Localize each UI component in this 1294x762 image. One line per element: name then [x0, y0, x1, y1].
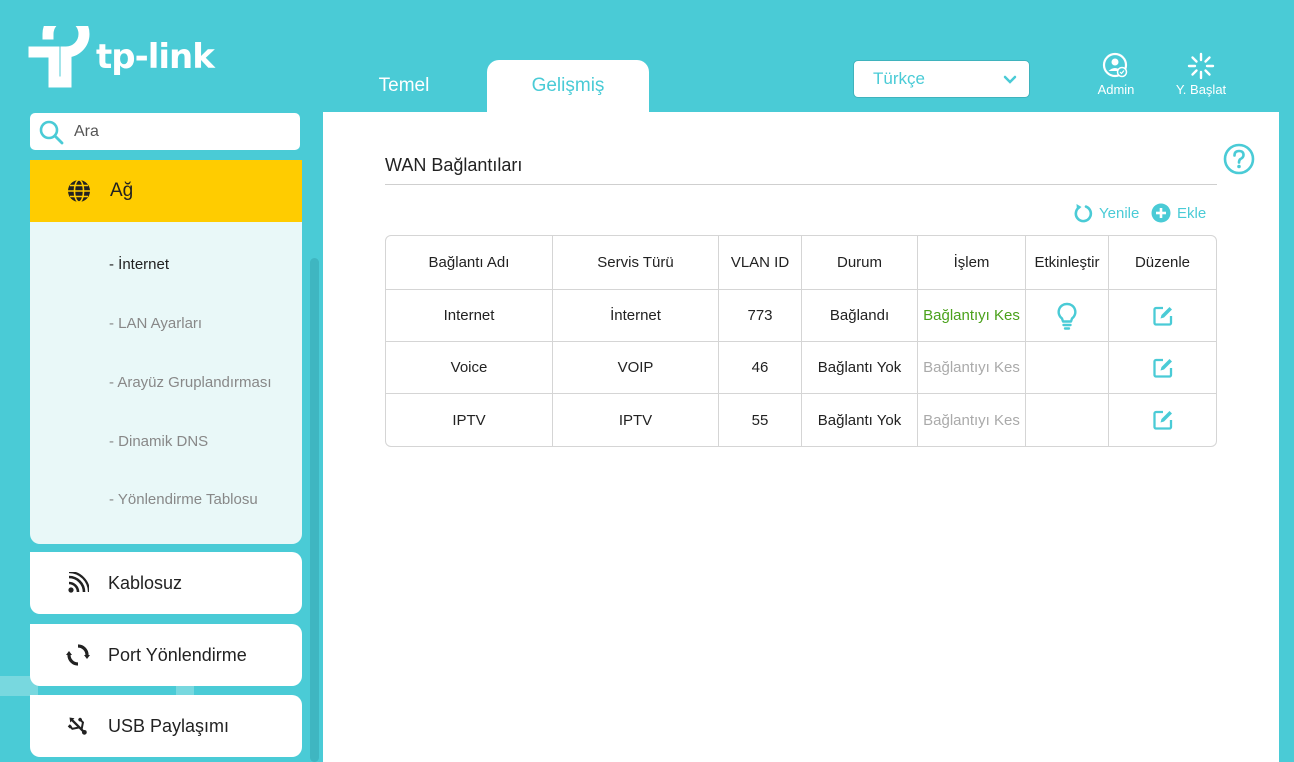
- cell-status: Bağlantı Yok: [802, 394, 918, 446]
- add-button[interactable]: Ekle: [1151, 203, 1206, 223]
- tab-advanced[interactable]: Gelişmiş: [487, 60, 649, 112]
- port-forward-icon: [66, 644, 90, 666]
- cell-enable: [1026, 290, 1109, 342]
- search-box: [30, 113, 300, 150]
- sidebar-item-label: USB Paylaşımı: [108, 715, 230, 736]
- wifi-icon: [68, 572, 89, 593]
- sidebar-item-network[interactable]: Ağ: [30, 160, 302, 222]
- refresh-button[interactable]: Yenile: [1073, 203, 1139, 223]
- reboot-label: Y. Başlat: [1175, 82, 1227, 97]
- submenu-item-internet[interactable]: - İnternet: [109, 256, 169, 273]
- column-header-edit: Düzenle: [1109, 236, 1216, 290]
- cell-status: Bağlandı: [802, 290, 918, 342]
- cell-edit: [1109, 342, 1216, 394]
- refresh-label: Yenile: [1099, 204, 1140, 222]
- submenu-item-interface-grouping[interactable]: - Arayüz Gruplandırması: [109, 374, 272, 391]
- table-row: Voice VOIP 46 Bağlantı Yok Bağlantıyı Ke…: [386, 342, 1216, 394]
- column-header-enable: Etkinleştir: [1026, 236, 1109, 290]
- sidebar-scrollbar[interactable]: [310, 258, 319, 762]
- reboot-button[interactable]: Y. Başlat: [1168, 52, 1234, 97]
- cell-vlan-id: 773: [719, 290, 802, 342]
- usb-icon: [67, 717, 87, 735]
- table-row: IPTV IPTV 55 Bağlantı Yok Bağlantıyı Kes: [386, 394, 1216, 446]
- cell-vlan-id: 46: [719, 342, 802, 394]
- table-header-row: Bağlantı Adı Servis Türü VLAN ID Durum İ…: [386, 236, 1216, 290]
- help-icon[interactable]: [1223, 143, 1255, 175]
- logo-text: tp-link: [96, 37, 215, 77]
- wan-connections-table: Bağlantı Adı Servis Türü VLAN ID Durum İ…: [385, 235, 1217, 447]
- admin-icon: [1102, 52, 1128, 78]
- title-divider: [385, 184, 1217, 185]
- column-header-operation: İşlem: [918, 236, 1026, 290]
- add-icon: [1151, 203, 1171, 223]
- cell-status: Bağlantı Yok: [802, 342, 918, 394]
- sidebar-item-port-forwarding[interactable]: Port Yönlendirme: [30, 624, 302, 686]
- submenu-network: - İnternet - LAN Ayarları - Arayüz Grupl…: [30, 222, 302, 544]
- submenu-item-dynamic-dns[interactable]: - Dinamik DNS: [109, 433, 208, 450]
- disconnect-link-disabled: Bağlantıyı Kes: [918, 394, 1026, 446]
- column-header-status: Durum: [802, 236, 918, 290]
- tp-link-logo-icon: [28, 26, 90, 88]
- table-row: Internet İnternet 773 Bağlandı Bağlantıy…: [386, 290, 1216, 342]
- cell-service-type: IPTV: [553, 394, 719, 446]
- language-selected: Türkçe: [873, 69, 925, 88]
- disconnect-link[interactable]: Bağlantıyı Kes: [918, 290, 1026, 342]
- cell-edit: [1109, 394, 1216, 446]
- disconnect-link-disabled: Bağlantıyı Kes: [918, 342, 1026, 394]
- cell-service-type: İnternet: [553, 290, 719, 342]
- tab-basic[interactable]: Temel: [340, 60, 468, 112]
- column-header-service: Servis Türü: [553, 236, 719, 290]
- sidebar-item-label: Kablosuz: [108, 572, 183, 593]
- edit-icon[interactable]: [1152, 305, 1174, 327]
- search-input[interactable]: [74, 122, 284, 141]
- sidebar-item-usb-sharing[interactable]: USB Paylaşımı: [30, 695, 302, 757]
- column-header-name: Bağlantı Adı: [386, 236, 553, 290]
- submenu-item-lan[interactable]: - LAN Ayarları: [109, 315, 202, 332]
- cell-vlan-id: 55: [719, 394, 802, 446]
- cell-enable: [1026, 342, 1109, 394]
- chevron-down-icon: [1003, 75, 1017, 84]
- submenu-item-routing-table[interactable]: - Yönlendirme Tablosu: [109, 491, 258, 508]
- sidebar-item-label: Port Yönlendirme: [108, 644, 247, 665]
- column-header-vlan: VLAN ID: [719, 236, 802, 290]
- cell-enable: [1026, 394, 1109, 446]
- cell-connection-name: Voice: [386, 342, 553, 394]
- admin-button[interactable]: Admin: [1090, 52, 1142, 97]
- bulb-icon[interactable]: [1056, 302, 1078, 330]
- page-title: WAN Bağlantıları: [385, 155, 523, 175]
- sidebar-item-wireless[interactable]: Kablosuz: [30, 552, 302, 614]
- cell-edit: [1109, 290, 1216, 342]
- language-select[interactable]: Türkçe: [853, 60, 1030, 98]
- edit-icon[interactable]: [1152, 357, 1174, 379]
- cell-service-type: VOIP: [553, 342, 719, 394]
- sidebar-item-label: Ağ: [110, 180, 134, 201]
- reboot-icon: [1187, 52, 1215, 80]
- refresh-icon: [1074, 204, 1093, 223]
- search-icon[interactable]: [38, 119, 64, 145]
- admin-label: Admin: [1097, 82, 1135, 97]
- cell-connection-name: Internet: [386, 290, 553, 342]
- add-label: Ekle: [1177, 204, 1207, 222]
- tp-link-logo: tp-link: [28, 26, 215, 88]
- edit-icon[interactable]: [1152, 409, 1174, 431]
- cell-connection-name: IPTV: [386, 394, 553, 446]
- globe-icon: [68, 179, 90, 203]
